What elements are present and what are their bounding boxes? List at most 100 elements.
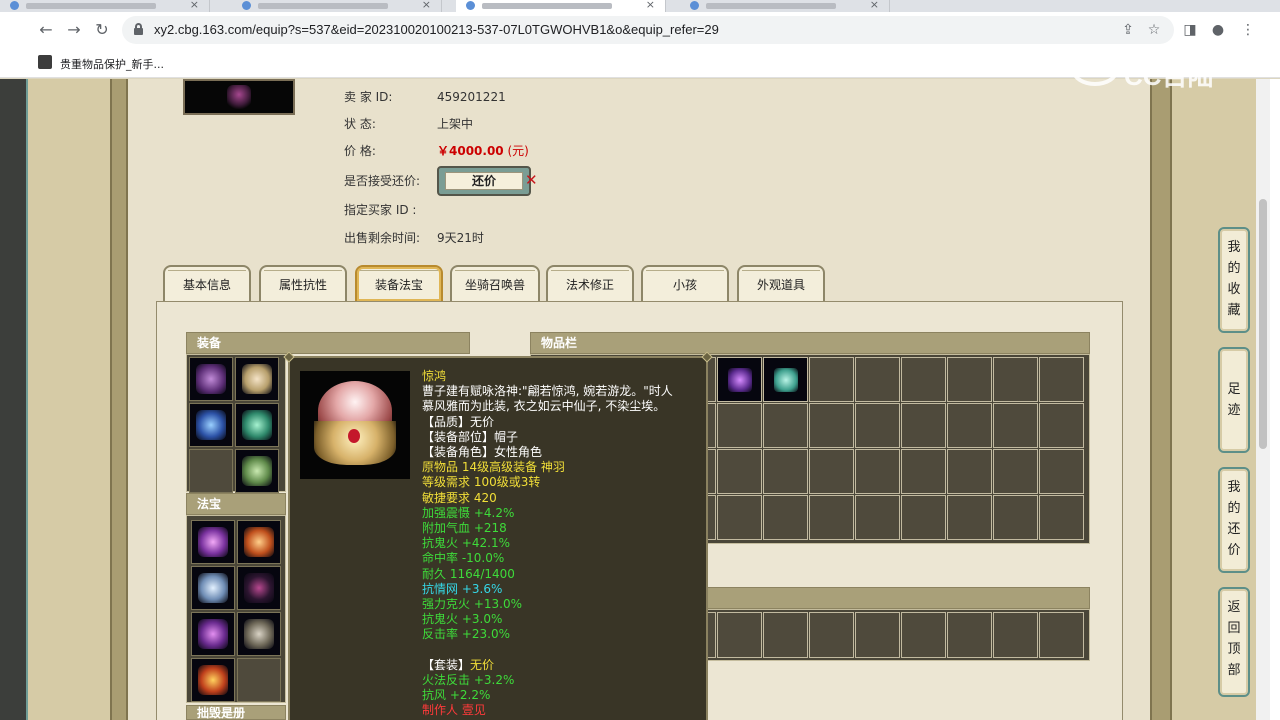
profile-icon[interactable]: ● <box>1206 18 1230 42</box>
tab-children[interactable]: 小孩 <box>641 265 729 301</box>
equipment-slot-empty[interactable] <box>189 449 233 493</box>
inventory-slot[interactable] <box>855 357 900 402</box>
equipment-slot[interactable] <box>235 449 279 493</box>
inventory-slot[interactable] <box>901 357 946 402</box>
treasure-slot[interactable] <box>191 658 235 702</box>
inventory-slot[interactable] <box>809 403 854 448</box>
star-icon[interactable]: ☆ <box>1142 18 1166 42</box>
inventory-slot[interactable] <box>855 495 900 540</box>
inventory-slot[interactable] <box>993 495 1038 540</box>
price-unit: (元) <box>507 144 529 158</box>
inventory-slot[interactable] <box>717 495 762 540</box>
equipment-slot[interactable] <box>235 403 279 447</box>
scrollbar-thumb[interactable] <box>1259 199 1267 449</box>
inventory-slot[interactable] <box>1039 495 1084 540</box>
treasure-slot[interactable] <box>191 612 235 656</box>
inventory-slot[interactable] <box>901 612 946 658</box>
my-favorites-button[interactable]: 我的收藏 <box>1218 227 1250 333</box>
inventory-slot[interactable] <box>855 403 900 448</box>
tab-basic-info[interactable]: 基本信息 <box>163 265 251 301</box>
inventory-slot[interactable] <box>901 403 946 448</box>
item-stat: 加强震慑 +4.2% <box>422 505 515 520</box>
lock-icon[interactable] <box>134 23 143 35</box>
inventory-slot[interactable] <box>809 495 854 540</box>
page-viewport: 卖 家 ID: 459201221 状 态: 上架中 价 格: ￥4000.00… <box>0 79 1280 720</box>
bookmark-item[interactable]: 贵重物品保护_新手... <box>60 56 164 72</box>
item-stat: 命中率 -10.0% <box>422 551 505 566</box>
treasure-slot[interactable] <box>237 520 281 564</box>
browser-tab-active[interactable]: × <box>456 0 666 12</box>
inventory-slot[interactable] <box>1039 403 1084 448</box>
browser-tab[interactable]: × <box>232 0 442 12</box>
treasure-slot[interactable] <box>237 566 281 610</box>
inventory-slot[interactable] <box>1039 449 1084 494</box>
treasure-slot[interactable] <box>191 566 235 610</box>
inventory-slot[interactable] <box>993 449 1038 494</box>
equipment-slot[interactable] <box>189 357 233 401</box>
arrow-left-icon[interactable]: ← <box>34 18 58 42</box>
inventory-item-icon <box>774 368 798 392</box>
inventory-slot[interactable] <box>947 495 992 540</box>
inventory-slot[interactable] <box>1039 612 1084 658</box>
close-tab-icon[interactable]: × <box>870 0 879 11</box>
inventory-slot[interactable] <box>901 495 946 540</box>
my-counter-offers-button[interactable]: 我的还价 <box>1218 467 1250 573</box>
kebab-menu-icon[interactable]: ⋮ <box>1236 18 1260 42</box>
inventory-slot[interactable] <box>763 495 808 540</box>
counter-offer-button[interactable]: 还价 <box>437 166 531 196</box>
inventory-slot[interactable] <box>717 449 762 494</box>
inventory-slot[interactable] <box>901 449 946 494</box>
inventory-slot[interactable] <box>855 612 900 658</box>
footprints-button[interactable]: 足迹 <box>1218 347 1250 453</box>
sidebar-icon[interactable]: ◨ <box>1178 18 1202 42</box>
inventory-slot[interactable] <box>947 449 992 494</box>
inventory-slot[interactable] <box>717 403 762 448</box>
equipment-slot[interactable] <box>189 403 233 447</box>
close-tab-icon[interactable]: × <box>646 0 655 11</box>
inventory-slot[interactable] <box>947 403 992 448</box>
tab-appearance-items[interactable]: 外观道具 <box>737 265 825 301</box>
remaining-time-row: 出售剩余时间: 9天21时 <box>344 228 484 248</box>
browser-tab[interactable]: × <box>0 0 210 12</box>
inventory-slot[interactable] <box>993 612 1038 658</box>
tab-mounts-summons[interactable]: 坐骑召唤兽 <box>450 265 540 301</box>
inventory-slot[interactable] <box>763 357 808 402</box>
tab-attributes[interactable]: 属性抗性 <box>259 265 347 301</box>
inventory-slot[interactable] <box>763 612 808 658</box>
inventory-slot[interactable] <box>993 403 1038 448</box>
back-to-top-button[interactable]: 返回顶部 <box>1218 587 1250 697</box>
browser-tab[interactable]: × <box>680 0 890 12</box>
tab-equipment-treasure[interactable]: 装备法宝 <box>355 265 443 301</box>
inventory-slot[interactable] <box>717 357 762 402</box>
url-text[interactable]: xy2.cbg.163.com/equip?s=537&eid=20231002… <box>154 22 719 37</box>
close-tab-icon[interactable]: × <box>422 0 431 11</box>
inventory-slot[interactable] <box>763 449 808 494</box>
treasure-grid <box>186 515 286 703</box>
inventory-slot[interactable] <box>809 449 854 494</box>
tab-spell-modifiers[interactable]: 法术修正 <box>546 265 634 301</box>
page-scrollbar[interactable] <box>1256 79 1270 720</box>
treasure-slot[interactable] <box>191 520 235 564</box>
inventory-slot[interactable] <box>855 449 900 494</box>
armor-equipment-icon <box>242 410 272 440</box>
treasure-slot-empty[interactable] <box>237 658 281 702</box>
seller-id-row: 卖 家 ID: 459201221 <box>344 87 506 107</box>
inventory-slot[interactable] <box>1039 357 1084 402</box>
share-icon[interactable]: ⇪ <box>1116 18 1140 42</box>
close-tab-icon[interactable]: × <box>190 0 199 11</box>
inventory-slot[interactable] <box>947 612 992 658</box>
address-bar[interactable]: xy2.cbg.163.com/equip?s=537&eid=20231002… <box>122 16 1174 44</box>
inventory-slot[interactable] <box>993 357 1038 402</box>
reload-icon[interactable]: ↻ <box>90 18 114 42</box>
inventory-slot[interactable] <box>717 612 762 658</box>
inventory-slot[interactable] <box>809 612 854 658</box>
treasure-slot[interactable] <box>237 612 281 656</box>
equipment-header: 装备 <box>186 332 470 354</box>
arrow-right-icon[interactable]: → <box>62 18 86 42</box>
inventory-slot[interactable] <box>809 357 854 402</box>
item-tooltip: 惊鸿 曹子建有赋咏洛神:"翩若惊鸿, 婉若游龙。"时人 慕风雅而为此装, 衣之如… <box>283 351 713 720</box>
inventory-slot[interactable] <box>763 403 808 448</box>
item-level-requirement: 等级需求 100级或3转 <box>422 475 541 490</box>
equipment-slot[interactable] <box>235 357 279 401</box>
inventory-slot[interactable] <box>947 357 992 402</box>
